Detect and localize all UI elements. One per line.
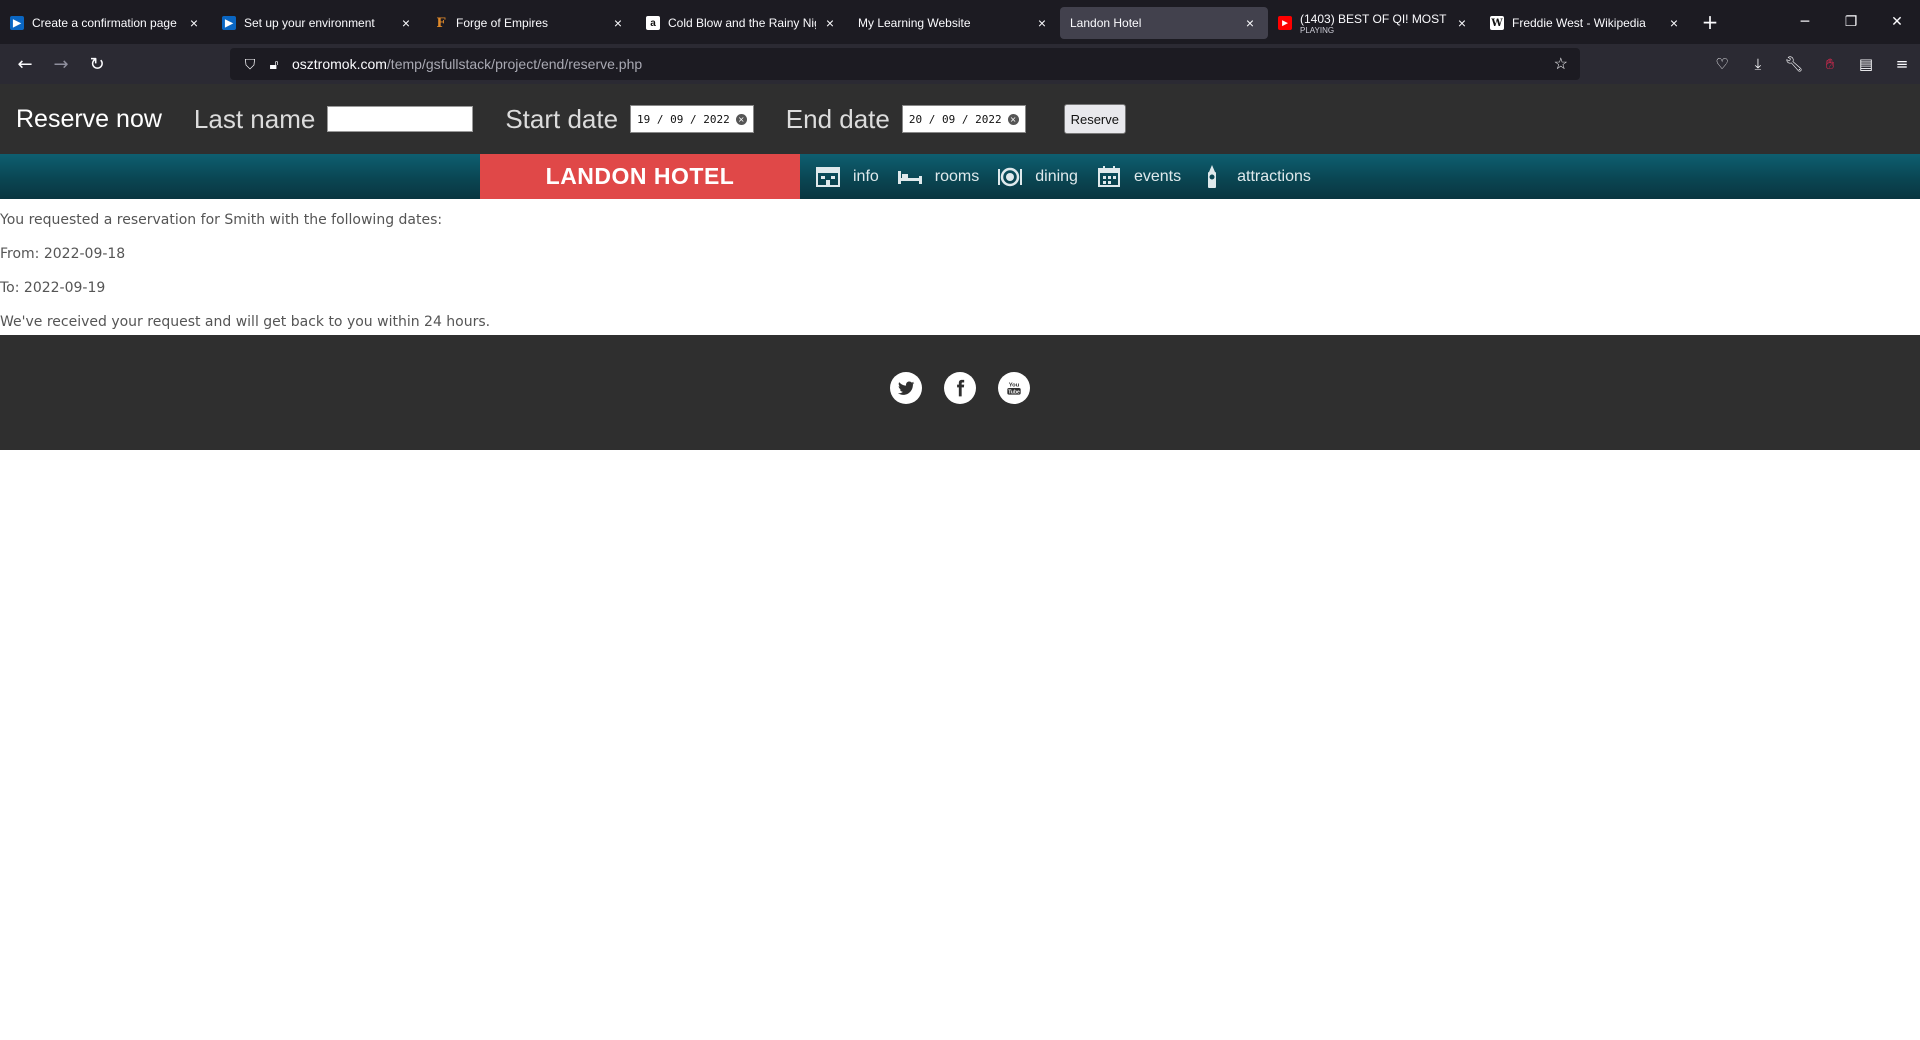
confirmation-to-date: To: 2022-09-19 xyxy=(0,280,106,296)
last-name-input[interactable] xyxy=(327,106,474,132)
tab-label: Forge of Empires xyxy=(456,16,549,30)
svg-text:You: You xyxy=(1009,382,1020,388)
tab-label: My Learning Website xyxy=(858,16,971,30)
window-close-icon[interactable]: ✕ xyxy=(1874,0,1920,44)
site-nav-links: info rooms dining events attractions xyxy=(815,154,1329,199)
bookmark-star-icon[interactable]: ☆ xyxy=(1554,54,1568,74)
tab-label: Set up your environment xyxy=(244,16,375,30)
start-date-label: Start date xyxy=(505,103,619,134)
container-icon[interactable]: ▤ xyxy=(1848,55,1884,73)
tab-my-learning-website[interactable]: My Learning Website × xyxy=(848,7,1060,39)
hotel-brand-logo[interactable]: LANDON HOTEL xyxy=(480,154,800,199)
close-icon[interactable]: × xyxy=(398,15,414,31)
nav-item-label: rooms xyxy=(934,167,980,185)
big-ben-icon xyxy=(1199,164,1225,190)
bed-icon xyxy=(897,164,923,190)
new-tab-icon[interactable]: + xyxy=(1692,10,1728,34)
facebook-icon[interactable] xyxy=(944,372,976,404)
hotel-icon xyxy=(815,164,841,190)
tab-playing-indicator: PLAYING xyxy=(1300,25,1335,35)
extension-icon[interactable]: ✋︎ xyxy=(1812,55,1848,73)
confirmation-content: You requested a reservation for Smith wi… xyxy=(0,199,1920,335)
forge-of-empires-icon: F xyxy=(436,15,446,31)
youtube-icon[interactable]: You Tube xyxy=(998,372,1030,404)
reload-icon[interactable]: ↻ xyxy=(80,47,114,81)
confirmation-message: You requested a reservation for Smith wi… xyxy=(0,212,443,228)
minimize-icon[interactable]: ─ xyxy=(1782,0,1828,44)
nav-item-label: info xyxy=(853,167,879,185)
lock-icon[interactable]: 🔓︎ xyxy=(266,56,282,73)
tab-best-of-qi[interactable]: ▶ (1403) BEST OF QI! MOST VIEWED PLAYING… xyxy=(1268,7,1480,39)
close-icon[interactable]: × xyxy=(1242,15,1258,31)
close-icon[interactable]: × xyxy=(610,15,626,31)
linkedin-learning-icon: ▶ xyxy=(222,16,236,30)
reserve-title: Reserve now xyxy=(16,104,162,133)
nav-item-dining[interactable]: dining xyxy=(997,164,1078,190)
tab-freddie-west[interactable]: W Freddie West - Wikipedia × xyxy=(1480,7,1692,39)
browser-tab-bar: ▶ Create a confirmation page × ▶ Set up … xyxy=(0,0,1920,44)
close-icon[interactable]: × xyxy=(186,15,202,31)
nav-item-attractions[interactable]: attractions xyxy=(1199,164,1311,190)
toolbar-icons: ♡ ⤓ 🔧︎ ✋︎ ▤ ≡ xyxy=(1704,44,1920,84)
clear-date-icon[interactable]: × xyxy=(735,113,747,125)
tab-title: (1403) BEST OF QI! MOST VIEWED xyxy=(1300,11,1448,26)
url-path: /temp/gsfullstack/project/end/reserve.ph… xyxy=(386,56,643,72)
confirmation-from-date: From: 2022-09-18 xyxy=(0,246,126,262)
end-date-value: 20 / 09 / 2022 xyxy=(908,112,1002,126)
back-icon[interactable]: ← xyxy=(8,47,42,81)
svg-text:Tube: Tube xyxy=(1008,389,1020,395)
dining-icon xyxy=(997,164,1023,190)
amazon-icon: a xyxy=(646,16,660,30)
site-nav: LANDON HOTEL info rooms dining events at… xyxy=(0,154,1920,199)
tab-label: Create a confirmation page xyxy=(32,16,177,30)
tab-set-up-environment[interactable]: ▶ Set up your environment × xyxy=(212,7,424,39)
close-icon[interactable]: × xyxy=(1034,15,1050,31)
tab-label: Cold Blow and the Rainy Night xyxy=(668,16,816,30)
close-icon[interactable]: × xyxy=(822,15,838,31)
wrench-icon[interactable]: 🔧︎ xyxy=(1776,55,1812,73)
forward-icon[interactable]: → xyxy=(44,47,78,81)
tab-label: (1403) BEST OF QI! MOST VIEWED PLAYING xyxy=(1300,12,1448,35)
close-icon[interactable]: × xyxy=(1454,15,1470,31)
calendar-icon xyxy=(1096,164,1122,190)
browser-nav-bar: ← → ↻ ⛉ 🔓︎ osztromok.com/temp/gsfullstac… xyxy=(0,44,1920,84)
twitter-icon[interactable] xyxy=(890,372,922,404)
reserve-bar: Reserve now Last name Start date 19 / 09… xyxy=(0,84,1920,154)
address-bar[interactable]: ⛉ 🔓︎ osztromok.com/temp/gsfullstack/proj… xyxy=(230,48,1580,80)
nav-item-info[interactable]: info xyxy=(815,164,879,190)
pocket-icon[interactable]: ♡ xyxy=(1704,55,1740,73)
tab-label: Freddie West - Wikipedia xyxy=(1512,16,1646,30)
restore-icon[interactable]: ❐ xyxy=(1828,0,1874,44)
start-date-value: 19 / 09 / 2022 xyxy=(637,112,730,126)
nav-item-label: attractions xyxy=(1237,167,1311,185)
tab-cold-blow[interactable]: a Cold Blow and the Rainy Night × xyxy=(636,7,848,39)
nav-item-rooms[interactable]: rooms xyxy=(897,164,979,190)
end-date-input[interactable]: 20 / 09 / 2022 × xyxy=(901,105,1026,133)
url-host: osztromok.com xyxy=(292,56,387,72)
tab-label: Landon Hotel xyxy=(1070,16,1142,30)
youtube-icon: ▶ xyxy=(1278,16,1292,30)
last-name-label: Last name xyxy=(193,103,316,134)
close-icon[interactable]: × xyxy=(1666,15,1682,31)
nav-item-label: events xyxy=(1133,167,1182,185)
tab-forge-of-empires[interactable]: F Forge of Empires × xyxy=(424,7,636,39)
shield-icon[interactable]: ⛉ xyxy=(242,56,258,73)
confirmation-closing: We've received your request and will get… xyxy=(0,314,491,330)
tab-create-confirmation[interactable]: ▶ Create a confirmation page × xyxy=(0,7,212,39)
menu-icon[interactable]: ≡ xyxy=(1884,55,1920,73)
window-controls: ─ ❐ ✕ xyxy=(1782,0,1920,44)
linkedin-learning-icon: ▶ xyxy=(10,16,24,30)
nav-item-label: dining xyxy=(1035,167,1078,185)
nav-item-events[interactable]: events xyxy=(1096,164,1181,190)
end-date-label: End date xyxy=(785,103,890,134)
site-footer: You Tube xyxy=(0,335,1920,450)
download-icon[interactable]: ⤓ xyxy=(1740,55,1776,73)
start-date-input[interactable]: 19 / 09 / 2022 × xyxy=(630,105,754,133)
wikipedia-icon: W xyxy=(1490,16,1504,30)
clear-date-icon[interactable]: × xyxy=(1007,113,1019,125)
tab-landon-hotel[interactable]: Landon Hotel × xyxy=(1060,7,1268,39)
reserve-button[interactable]: Reserve xyxy=(1063,104,1126,134)
